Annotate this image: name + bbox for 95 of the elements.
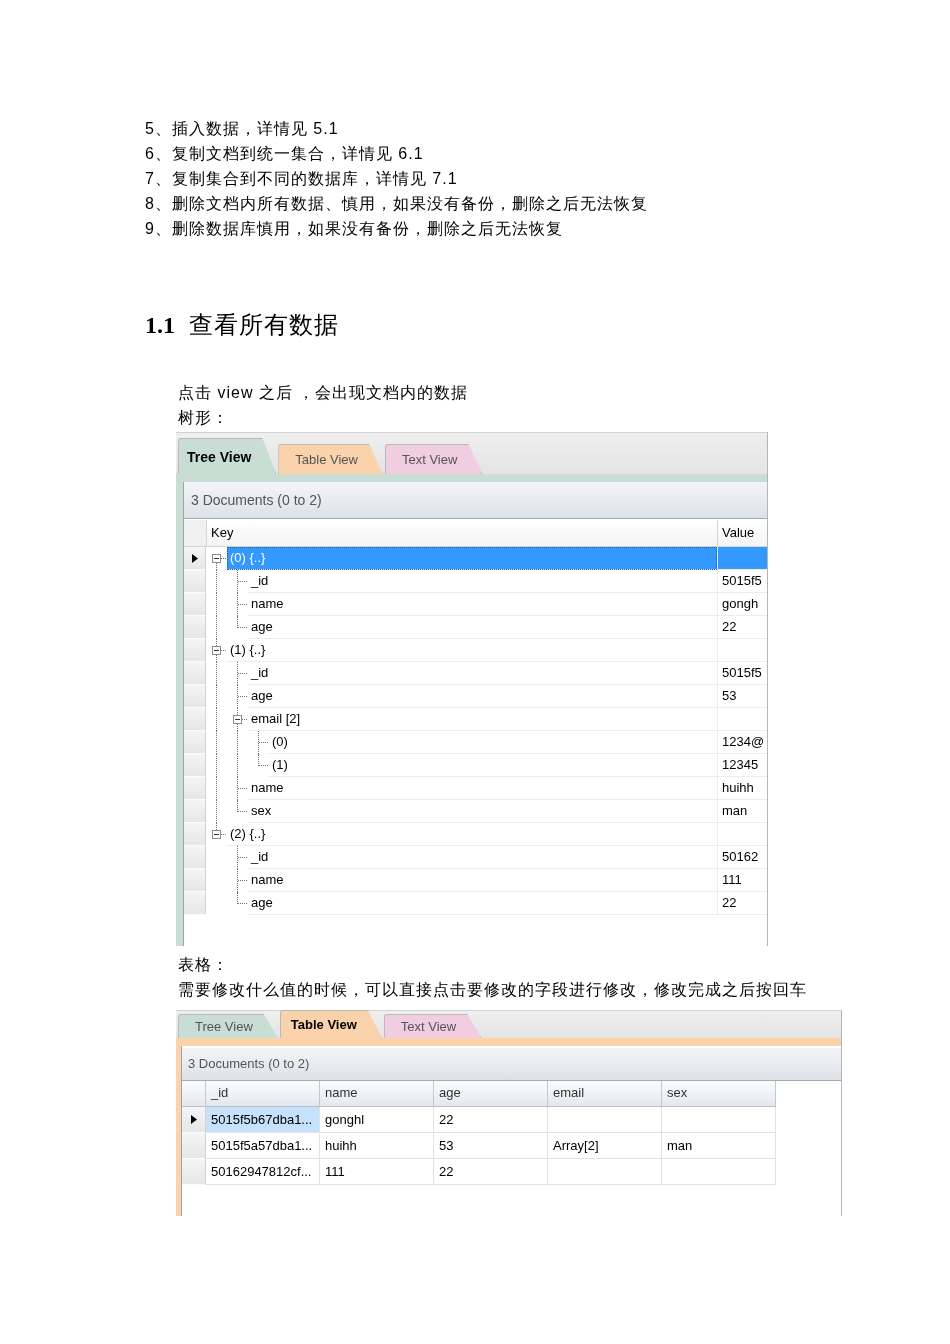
- key-cell: name: [248, 593, 717, 616]
- row-header: [182, 1159, 206, 1185]
- corner-cell: [182, 1081, 206, 1107]
- value-cell: 1234@: [717, 731, 767, 754]
- document-count: 3 Documents (0 to 2): [182, 1048, 841, 1081]
- value-cell: huihh: [717, 777, 767, 800]
- collapse-icon[interactable]: [233, 715, 242, 724]
- tab[interactable]: Tree View: [178, 438, 277, 474]
- row-indicator-icon: [191, 553, 198, 563]
- table-cell: 53: [434, 1133, 548, 1159]
- value-cell: 22: [717, 892, 767, 915]
- table-cell: 111: [320, 1159, 434, 1185]
- value-cell: 5015f5: [717, 570, 767, 593]
- collapse-icon[interactable]: [212, 554, 221, 563]
- row-header: [184, 662, 206, 685]
- paragraph: 点击 view 之后 ，会出现文档内的数据: [178, 383, 469, 403]
- table-cell: man: [662, 1133, 776, 1159]
- value-cell: 22: [717, 616, 767, 639]
- tree-line: [221, 650, 226, 651]
- collapse-icon[interactable]: [212, 646, 221, 655]
- row-header: [184, 616, 206, 639]
- collapse-icon[interactable]: [212, 830, 221, 839]
- table-cell: huihh: [320, 1133, 434, 1159]
- key-cell: (0) {..}: [227, 547, 717, 570]
- document-count: 3 Documents (0 to 2): [184, 482, 767, 519]
- row-header: [184, 869, 206, 892]
- value-cell: 5015f5: [717, 662, 767, 685]
- column-header: sex: [662, 1081, 776, 1107]
- tab[interactable]: Text View: [385, 444, 483, 474]
- row-header: [184, 708, 206, 731]
- value-cell: [717, 823, 767, 846]
- value-cell: 111: [717, 869, 767, 892]
- column-header: email: [548, 1081, 662, 1107]
- table-cell: gonghl: [320, 1107, 434, 1133]
- row-header: [184, 754, 206, 777]
- row-header: [184, 846, 206, 869]
- key-cell: (1): [269, 754, 717, 777]
- paragraph: 树形：: [178, 408, 229, 428]
- column-header: Key: [210, 524, 235, 542]
- row-header: [184, 823, 206, 846]
- tree-line: [221, 834, 226, 835]
- key-cell: (0): [269, 731, 717, 754]
- row-header: [184, 892, 206, 915]
- key-cell: email [2]: [248, 708, 717, 731]
- paragraph: 表格：: [178, 955, 229, 975]
- value-cell: 50162: [717, 846, 767, 869]
- tree-line: [221, 558, 226, 559]
- column-header: age: [434, 1081, 548, 1107]
- table-cell: 50162947812cf...: [206, 1159, 320, 1185]
- table-cell: 22: [434, 1107, 548, 1133]
- value-cell: [717, 708, 767, 731]
- key-cell: age: [248, 892, 717, 915]
- key-cell: age: [248, 685, 717, 708]
- section-number: 1.1: [145, 311, 175, 340]
- list-item: 7、复制集合到不同的数据库，详情见 7.1: [145, 169, 458, 189]
- key-cell: (2) {..}: [227, 823, 717, 846]
- row-header: [184, 593, 206, 616]
- value-cell: gongh: [717, 593, 767, 616]
- key-cell: (1) {..}: [227, 639, 717, 662]
- column-header: name: [320, 1081, 434, 1107]
- row-header: [184, 639, 206, 662]
- list-item: 8、删除文档内所有数据、慎用，如果没有备份，删除之后无法恢复: [145, 194, 648, 214]
- table-cell: 5015f5a57dba1...: [206, 1133, 320, 1159]
- key-cell: sex: [248, 800, 717, 823]
- column-header: _id: [206, 1081, 320, 1107]
- list-item: 9、删除数据库慎用，如果没有备份，删除之后无法恢复: [145, 219, 563, 239]
- key-cell: _id: [248, 570, 717, 593]
- tab[interactable]: Text View: [383, 1014, 482, 1038]
- key-cell: name: [248, 777, 717, 800]
- key-cell: age: [248, 616, 717, 639]
- tree-line: [242, 719, 247, 720]
- key-cell: name: [248, 869, 717, 892]
- column-header: Value: [717, 520, 767, 546]
- key-cell: _id: [248, 846, 717, 869]
- tab[interactable]: Table View: [279, 1010, 382, 1038]
- paragraph: 需要修改什么值的时候，可以直接点击要修改的字段进行修改，修改完成之后按回车: [178, 980, 807, 1000]
- row-header: [184, 777, 206, 800]
- value-cell: man: [717, 800, 767, 823]
- row-header: [184, 685, 206, 708]
- value-cell: 12345: [717, 754, 767, 777]
- row-header: [184, 731, 206, 754]
- tab[interactable]: Table View: [278, 444, 383, 474]
- tab[interactable]: Tree View: [178, 1014, 278, 1038]
- section-title: 查看所有数据: [189, 310, 339, 340]
- list-item: 5、插入数据，详情见 5.1: [145, 119, 339, 139]
- table-cell: 22: [434, 1159, 548, 1185]
- value-cell: [717, 547, 767, 570]
- key-cell: _id: [248, 662, 717, 685]
- table-cell: 5015f5b67dba1...: [206, 1107, 320, 1133]
- row-header: [184, 800, 206, 823]
- list-item: 6、复制文档到统一集合，详情见 6.1: [145, 144, 424, 164]
- value-cell: [717, 639, 767, 662]
- value-cell: 53: [717, 685, 767, 708]
- row-indicator-icon: [190, 1115, 197, 1124]
- table-cell: Array[2]: [548, 1133, 662, 1159]
